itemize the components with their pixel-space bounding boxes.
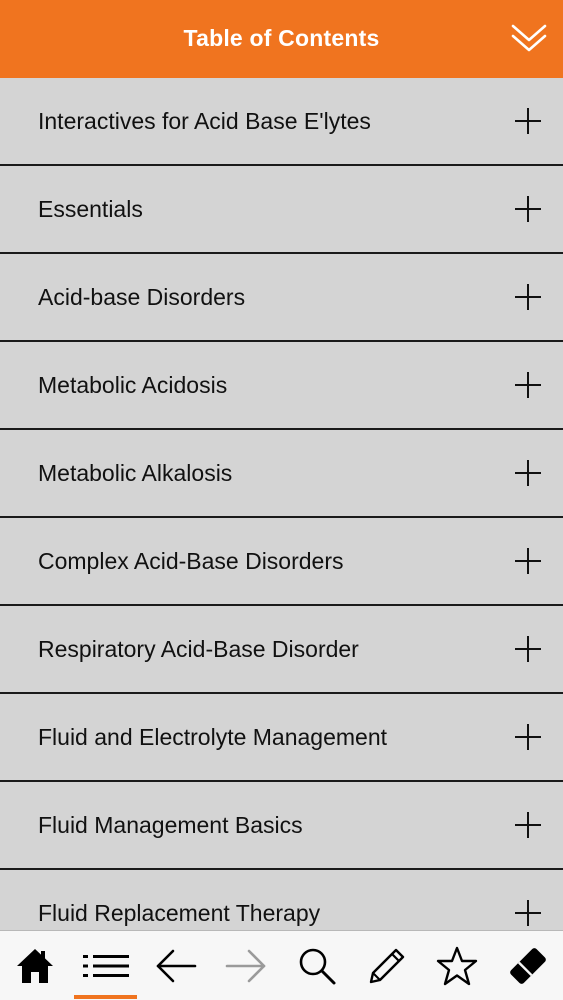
tab-favorites[interactable] xyxy=(422,931,492,1000)
toc-item-essentials[interactable]: Essentials xyxy=(0,166,563,254)
toc-item-label: Metabolic Acidosis xyxy=(38,371,228,398)
tab-forward[interactable] xyxy=(211,931,281,1000)
plus-icon[interactable] xyxy=(515,636,541,662)
tab-table-of-contents[interactable] xyxy=(70,931,140,1000)
toc-item-metabolic-acidosis[interactable]: Metabolic Acidosis xyxy=(0,342,563,430)
eraser-icon xyxy=(509,948,546,984)
plus-icon[interactable] xyxy=(515,284,541,310)
home-icon xyxy=(17,949,54,983)
toc-item-respiratory-acid-base-disorder[interactable]: Respiratory Acid-Base Disorder xyxy=(0,606,563,694)
toc-item-label: Metabolic Alkalosis xyxy=(38,459,233,486)
tab-back[interactable] xyxy=(141,931,211,1000)
plus-icon[interactable] xyxy=(515,108,541,134)
header-bar: Table of Contents xyxy=(0,0,563,78)
tab-notes[interactable] xyxy=(352,931,422,1000)
toc-item-label: Fluid and Electrolyte Management xyxy=(38,723,388,750)
plus-icon[interactable] xyxy=(515,196,541,222)
toc-item-label: Fluid Replacement Therapy xyxy=(38,899,321,926)
tab-highlights[interactable] xyxy=(493,931,563,1000)
toc-item-label: Interactives for Acid Base E'lytes xyxy=(38,107,371,134)
plus-icon[interactable] xyxy=(515,548,541,574)
toc-item-metabolic-alkalosis[interactable]: Metabolic Alkalosis xyxy=(0,430,563,518)
list-icon xyxy=(82,955,129,977)
pencil-icon xyxy=(369,948,405,984)
plus-icon[interactable] xyxy=(515,460,541,486)
arrow-left-icon xyxy=(156,949,197,983)
toc-item-fluid-electrolyte-management[interactable]: Fluid and Electrolyte Management xyxy=(0,694,563,782)
star-icon xyxy=(437,946,478,986)
plus-icon[interactable] xyxy=(515,724,541,750)
toc-item-label: Acid-base Disorders xyxy=(38,283,246,310)
toc-item-complex-acid-base-disorders[interactable]: Complex Acid-Base Disorders xyxy=(0,518,563,606)
page-title: Table of Contents xyxy=(183,24,380,51)
toc-item-acid-base-disorders[interactable]: Acid-base Disorders xyxy=(0,254,563,342)
collapse-all-button[interactable] xyxy=(509,18,549,58)
plus-icon[interactable] xyxy=(515,812,541,838)
bottom-tab-bar xyxy=(0,930,563,1000)
toc-item-label: Fluid Management Basics xyxy=(38,811,303,838)
toc-item-fluid-management-basics[interactable]: Fluid Management Basics xyxy=(0,782,563,870)
tab-search[interactable] xyxy=(282,931,352,1000)
plus-icon[interactable] xyxy=(515,900,541,926)
toc-item-label: Complex Acid-Base Disorders xyxy=(38,547,344,574)
tab-home[interactable] xyxy=(0,931,70,1000)
app-window: Table of Contents Interactives for Acid … xyxy=(0,0,563,1000)
arrow-right-icon xyxy=(226,949,266,983)
toc-item-interactives[interactable]: Interactives for Acid Base E'lytes xyxy=(0,78,563,166)
toc-list: Interactives for Acid Base E'lytes Essen… xyxy=(0,78,563,930)
plus-icon[interactable] xyxy=(515,372,541,398)
toc-item-label: Respiratory Acid-Base Disorder xyxy=(38,635,359,662)
double-chevron-down-icon xyxy=(511,24,547,52)
search-icon xyxy=(299,948,336,985)
toc-item-fluid-replacement-therapy[interactable]: Fluid Replacement Therapy xyxy=(0,870,563,930)
toc-item-label: Essentials xyxy=(38,195,143,222)
